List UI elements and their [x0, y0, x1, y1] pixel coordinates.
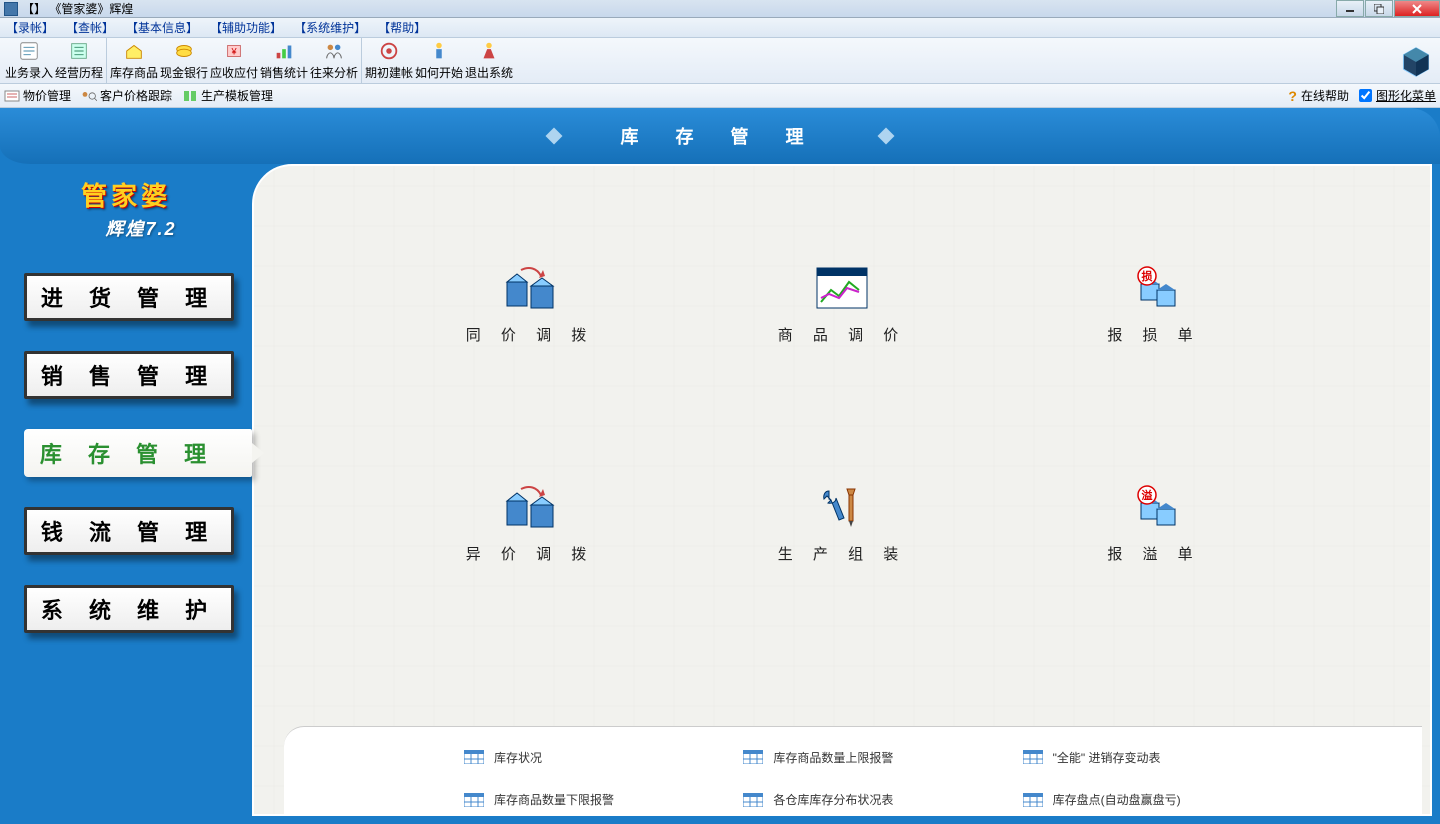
diamond-icon — [877, 128, 894, 145]
tb-howto[interactable]: 如何开始 — [414, 39, 464, 83]
sidebar-finance[interactable]: 钱 流 管 理 — [24, 507, 234, 555]
bottom-panel: 库存状况 库存商品数量上限报警 "全能" 进销存变动表 库存商品数量下限报警 各… — [284, 726, 1422, 814]
app-overflow-report[interactable]: 溢 报 溢 单 — [1018, 485, 1290, 564]
svg-text:溢: 溢 — [1142, 488, 1153, 502]
warehouse-swap-icon — [503, 266, 557, 310]
tb-business-entry[interactable]: 业务录入 — [4, 39, 54, 83]
link-upper-alert[interactable]: 库存商品数量上限报警 — [743, 743, 982, 772]
loss-icon: 损 — [1127, 266, 1181, 310]
tb-sales-stats[interactable]: 销售统计 — [259, 39, 309, 83]
chart-icon — [815, 266, 869, 310]
link-stocktake[interactable]: 库存盘点(自动盘赢盘亏) — [1023, 786, 1262, 815]
menu-assist[interactable]: 【辅助功能】 — [210, 19, 282, 36]
maximize-button[interactable] — [1365, 0, 1393, 17]
diamond-icon — [546, 128, 563, 145]
tb-exit[interactable]: 退出系统 — [464, 39, 514, 83]
app-loss-report[interactable]: 损 报 损 单 — [1018, 266, 1290, 345]
sidebar-purchase[interactable]: 进 货 管 理 — [24, 273, 234, 321]
banner-title: 库 存 管 理 — [620, 123, 819, 149]
warehouse-swap-icon — [503, 485, 557, 529]
sidebar: 管家婆 辉煌7.2 进 货 管 理 销 售 管 理 库 存 管 理 钱 流 管 … — [0, 108, 252, 824]
app-label: 同 价 调 拨 — [466, 324, 595, 345]
tb2-cust-price-track[interactable]: 客户价格跟踪 — [81, 87, 172, 104]
graphical-menu-label: 图形化菜单 — [1376, 87, 1436, 104]
tb-initial[interactable]: 期初建帐 — [364, 39, 414, 83]
app-assembly[interactable]: 生 产 组 装 — [706, 485, 978, 564]
window-title: 【】 《管家婆》辉煌 — [22, 0, 133, 17]
menu-record[interactable]: 【录帐】 — [6, 19, 54, 36]
graphical-menu-checkbox[interactable] — [1359, 89, 1372, 102]
toolbar-secondary: 物价管理 客户价格跟踪 生产模板管理 ? 在线帮助 图形化菜单 — [0, 84, 1440, 108]
app-label: 生 产 组 装 — [778, 543, 907, 564]
sidebar-inventory[interactable]: 库 存 管 理 — [24, 429, 252, 477]
tb-cash[interactable]: 现金银行 — [159, 39, 209, 83]
tb-contacts[interactable]: 往来分析 — [309, 39, 359, 83]
overflow-icon: 溢 — [1127, 485, 1181, 529]
app-diff-price-transfer[interactable]: 异 价 调 拨 — [394, 485, 666, 564]
tb-inventory[interactable]: 库存商品 — [109, 39, 159, 83]
svg-text:¥: ¥ — [230, 47, 237, 57]
app-icon — [4, 2, 18, 16]
tb2-template-mgmt[interactable]: 生产模板管理 — [182, 87, 273, 104]
tb-receivable[interactable]: ¥应收应付 — [209, 39, 259, 83]
menu-query[interactable]: 【查帐】 — [66, 19, 114, 36]
app-same-price-transfer[interactable]: 同 价 调 拨 — [394, 266, 666, 345]
link-warehouse-dist[interactable]: 各仓库库存分布状况表 — [743, 786, 982, 815]
link-lower-alert[interactable]: 库存商品数量下限报警 — [464, 786, 703, 815]
online-help-link[interactable]: 在线帮助 — [1301, 87, 1349, 104]
sidebar-sales[interactable]: 销 售 管 理 — [24, 351, 234, 399]
brand-cube-icon — [1398, 44, 1434, 80]
tools-icon — [815, 485, 869, 529]
menu-help[interactable]: 【帮助】 — [378, 19, 426, 36]
toolbar-primary: 业务录入 经营历程 库存商品 现金银行 ¥应收应付 销售统计 往来分析 期初建帐… — [0, 38, 1440, 84]
close-button[interactable] — [1394, 0, 1440, 17]
app-label: 报 损 单 — [1107, 324, 1200, 345]
sidebar-system[interactable]: 系 统 维 护 — [24, 585, 234, 633]
logo: 管家婆 辉煌7.2 — [12, 168, 240, 253]
app-label: 报 溢 单 — [1107, 543, 1200, 564]
logo-line2: 辉煌7.2 — [16, 215, 236, 241]
app-price-adjust[interactable]: 商 品 调 价 — [706, 266, 978, 345]
app-label: 商 品 调 价 — [778, 324, 907, 345]
main-area: 库 存 管 理 管家婆 辉煌7.2 进 货 管 理 销 售 管 理 库 存 管 … — [0, 108, 1440, 824]
menubar: 【录帐】 【查帐】 【基本信息】 【辅助功能】 【系统维护】 【帮助】 — [0, 18, 1440, 38]
titlebar: 【】 《管家婆》辉煌 — [0, 0, 1440, 18]
menu-system[interactable]: 【系统维护】 — [294, 19, 366, 36]
menu-basic[interactable]: 【基本信息】 — [126, 19, 198, 36]
minimize-button[interactable] — [1336, 0, 1364, 17]
link-stock-status[interactable]: 库存状况 — [464, 743, 703, 772]
logo-line1: 管家婆 — [16, 176, 236, 213]
app-label: 异 价 调 拨 — [466, 543, 595, 564]
link-full-report[interactable]: "全能" 进销存变动表 — [1023, 743, 1262, 772]
content-panel: 同 价 调 拨 商 品 调 价 损 报 损 单 异 价 调 拨 生 产 组 装 … — [252, 164, 1432, 816]
help-icon[interactable]: ? — [1288, 88, 1297, 104]
svg-text:损: 损 — [1142, 269, 1153, 283]
tb2-price-mgmt[interactable]: 物价管理 — [4, 87, 71, 104]
tb-history[interactable]: 经营历程 — [54, 39, 104, 83]
